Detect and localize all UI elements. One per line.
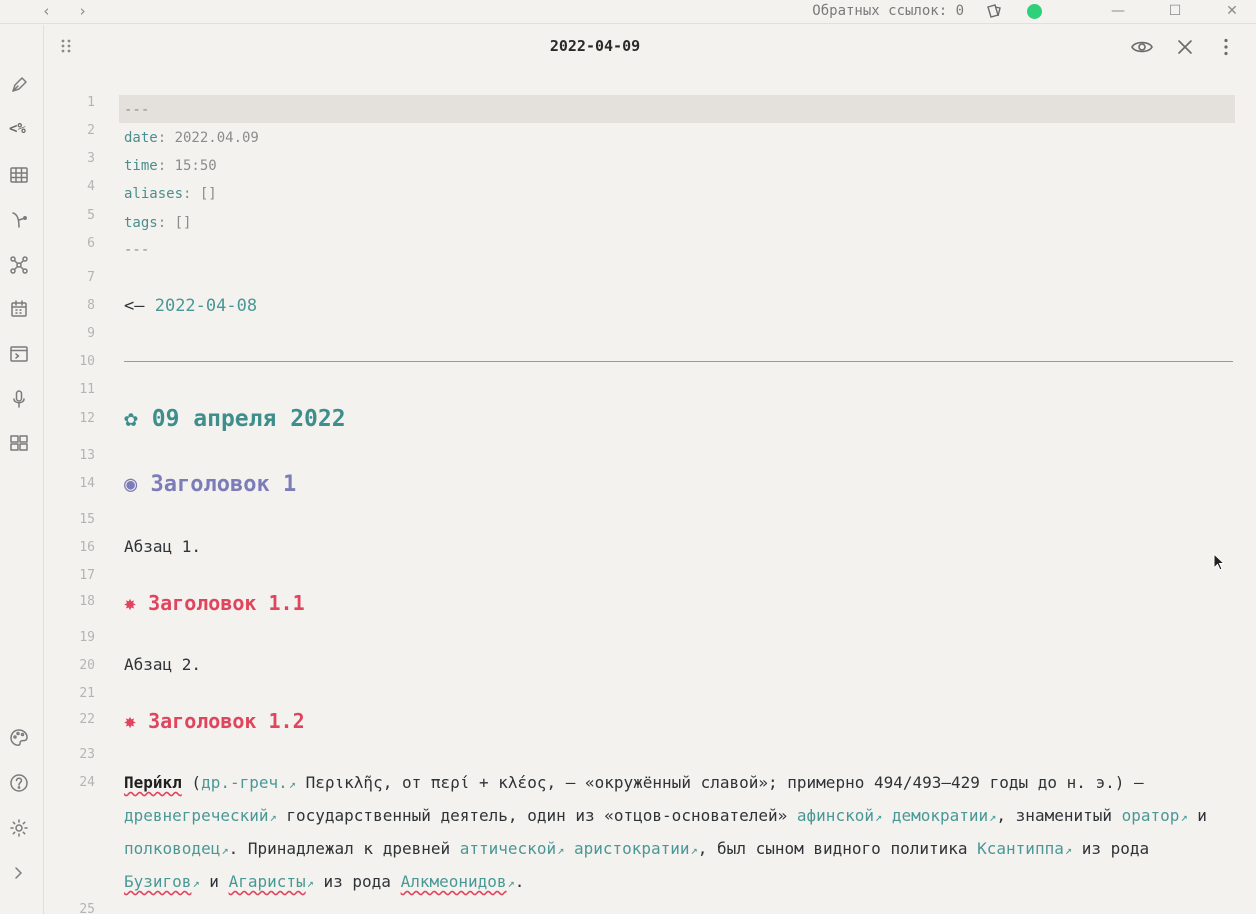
maximize-button[interactable]: ☐ [1165,1,1185,21]
left-ribbon: <% [0,25,44,914]
line-number: 17 [79,568,95,583]
line-number: 23 [79,747,95,762]
external-link-icon: ↗ [221,843,229,857]
heading-1: ◉ Заголовок 1 [124,472,297,497]
note-header: 2022-04-09 [45,25,1256,69]
terminal-icon[interactable] [9,344,29,364]
palette-icon[interactable] [9,728,29,748]
wiki-link[interactable]: демократии [892,806,988,825]
horizontal-rule [124,361,1233,362]
pericles-name: Пери́кл [124,773,182,792]
line-number: 22 [79,712,95,727]
backlinks-counter[interactable]: Обратных ссылок: 0 [812,3,964,19]
templater-icon[interactable]: <% [9,119,29,139]
line-number: 16 [79,540,95,555]
line-number: 21 [79,686,95,701]
external-link-icon: ↗ [1064,843,1073,857]
external-link-icon: ↗ [192,876,200,890]
external-link-icon: ↗ [507,876,515,890]
frontmatter-date: date: 2022.04.09 [124,130,259,146]
line-number: 24 [79,775,95,790]
line-number: 3 [87,151,95,166]
line-number: 19 [79,630,95,645]
wiki-link[interactable]: аристократии [574,839,690,858]
line-number: 18 [79,594,95,609]
external-link-icon: ↗ [306,876,314,890]
line-number: 1 [87,95,95,110]
expand-icon[interactable] [9,863,29,883]
line-number: 15 [79,512,95,527]
close-icon[interactable] [1173,35,1197,59]
line-number: 14 [79,476,95,491]
frontmatter-delimiter: --- [124,242,150,258]
line-number: 5 [87,208,95,223]
prev-note-link[interactable]: 2022-04-08 [155,296,257,316]
branch-icon[interactable] [9,210,29,230]
pericles-paragraph: Пери́кл (др.-греч.↗ Περικλῆς, от περί + … [124,773,1207,891]
line-number: 6 [87,236,95,251]
wiki-link[interactable]: полководец [124,839,220,858]
line-number: 25 [79,902,95,914]
line-number: 13 [79,448,95,463]
dashboard-icon[interactable] [9,433,29,453]
external-link-icon: ↗ [288,777,296,791]
wiki-link[interactable]: оратор [1122,806,1180,825]
calendar-icon[interactable] [9,299,29,319]
line-number: 4 [87,179,95,194]
note-title[interactable]: 2022-04-09 [45,37,1145,55]
close-window-button[interactable]: ✕ [1222,1,1242,21]
frontmatter-aliases: aliases: [] [124,186,217,202]
date-heading: ✿ 09 апреля 2022 [124,406,346,432]
frontmatter-time: time: 15:50 [124,158,217,174]
heading-2: ✸ Заголовок 1.1 [124,591,305,615]
mouse-cursor-icon [1213,553,1226,571]
flower-icon: ✿ [124,406,138,432]
editor[interactable]: 1 2 3 4 5 6 7 8 9 10 11 12 13 14 15 16 1… [45,70,1256,914]
line-number: 9 [87,326,95,341]
sync-status-icon[interactable] [1027,4,1042,19]
line-number: 10 [79,354,95,369]
active-line-highlight [119,95,1235,123]
frontmatter-tags: tags: [] [124,215,192,231]
title-bar: ‹ › Обратных ссылок: 0 — ☐ ✕ [0,0,1256,24]
forward-button[interactable]: › [78,2,87,20]
prev-note-nav: <— 2022-04-08 [124,296,257,316]
external-link-icon: ↗ [690,843,698,857]
heading-2: ✸ Заголовок 1.2 [124,709,305,733]
eye-icon[interactable] [1130,35,1154,59]
paragraph: Абзац 2. [124,655,202,674]
line-number: 7 [87,270,95,285]
wiki-link[interactable]: древнегреческий [124,806,269,825]
wiki-link[interactable]: Алкмеонидов [401,872,507,891]
minimize-button[interactable]: — [1108,1,1128,21]
arrow-text: <— [124,296,155,316]
line-number: 11 [79,382,95,397]
paragraph: Абзац 1. [124,537,202,556]
help-icon[interactable] [9,773,29,793]
external-link-icon: ↗ [269,810,277,824]
more-options-icon[interactable] [1214,35,1238,59]
settings-icon[interactable] [9,818,29,838]
target-icon: ◉ [124,472,138,497]
wiki-link[interactable]: афинской [797,806,874,825]
star-icon: ✸ [124,709,137,733]
star-icon: ✸ [124,591,137,615]
line-number: 20 [79,658,95,673]
external-link-icon: ↗ [1180,810,1188,824]
graph-icon[interactable] [9,255,29,275]
line-number: 12 [79,411,95,426]
table-icon[interactable] [9,165,29,185]
line-number: 8 [87,298,95,313]
cards-icon[interactable] [986,3,1002,19]
microphone-icon[interactable] [9,389,29,409]
wiki-link[interactable]: др.-греч. [201,773,288,792]
wiki-link[interactable]: Ксантиппа [977,839,1064,858]
pen-icon[interactable] [9,75,29,95]
wiki-link[interactable]: аттической [460,839,556,858]
back-button[interactable]: ‹ [42,2,51,20]
line-number: 2 [87,123,95,138]
wiki-link[interactable]: Агаристы [229,872,306,891]
wiki-link[interactable]: Бузигов [124,872,191,891]
frontmatter-delimiter: --- [124,102,150,118]
